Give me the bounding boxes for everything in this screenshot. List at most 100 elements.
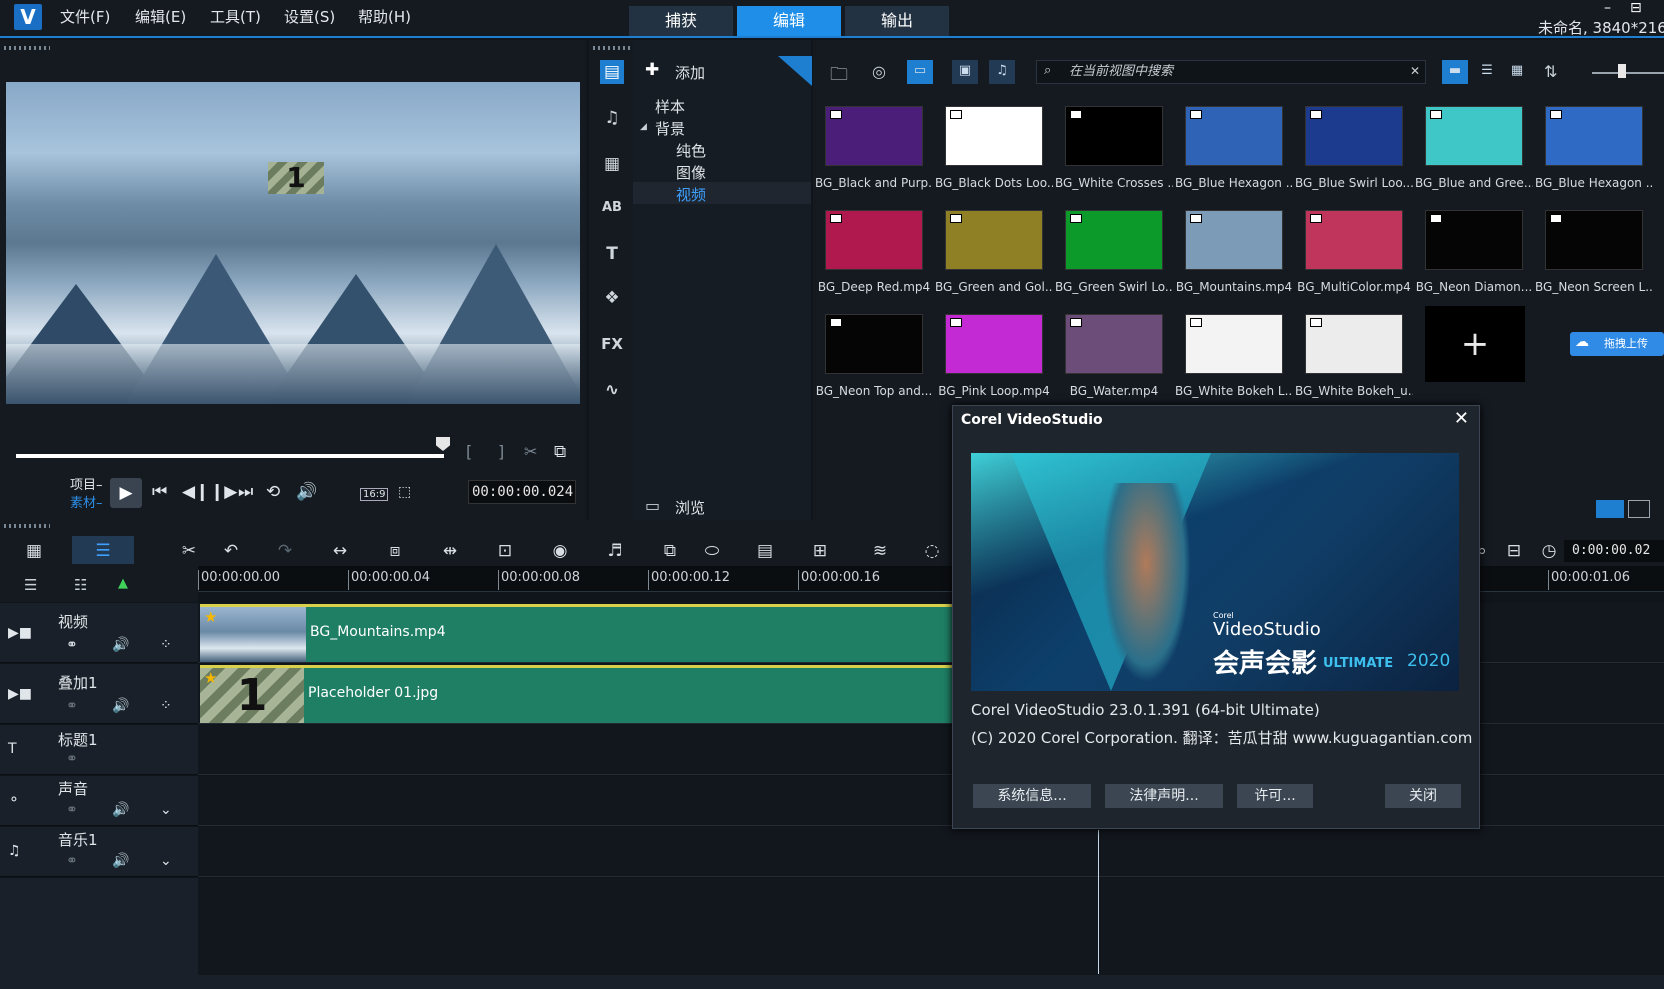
media-library-icon[interactable]: ▤ [600, 60, 624, 84]
link-icon[interactable]: ⚭ [66, 802, 78, 818]
music-track[interactable] [198, 827, 1664, 877]
filter-image-button[interactable]: ▣ [952, 60, 978, 84]
project-mode-label[interactable]: 项目– [70, 474, 103, 493]
ripple-icon[interactable]: ▲ [118, 576, 128, 591]
media-thumbnail[interactable] [945, 314, 1043, 374]
audio-library-icon[interactable]: ♫ [600, 106, 624, 130]
mark-out-icon[interactable]: ] [498, 442, 504, 461]
storyboard-view-icon[interactable]: ▦ [20, 540, 48, 562]
media-thumbnail[interactable] [1305, 106, 1403, 166]
trim-icon[interactable]: ⊡ [491, 540, 519, 562]
menu-file[interactable]: 文件(F) [60, 6, 110, 27]
import-folder-icon[interactable]: 🗀 [830, 62, 848, 92]
expand-chevron-icon[interactable]: ⌄ [160, 802, 172, 818]
fit-timeline-icon[interactable]: ↔ [326, 540, 354, 562]
timeline-timecode[interactable]: 0:00:00.02 [1564, 540, 1664, 562]
mute-icon[interactable]: 🔊 [112, 698, 129, 714]
track-header-overlay[interactable]: ▶■ 叠加1 ⚭ 🔊 ⁘ [0, 664, 198, 724]
sort-icon[interactable]: ⇅ [1544, 62, 1557, 81]
record-icon[interactable]: ◎ [872, 62, 886, 81]
filter-video-button[interactable]: ▭ [907, 60, 933, 84]
preview-timecode[interactable]: 00:00:00.024 [468, 480, 576, 504]
audio-icon[interactable]: ♬ [601, 540, 629, 562]
mute-icon[interactable]: 🔊 [112, 637, 129, 653]
speed-icon[interactable]: ≋ [866, 540, 894, 562]
media-thumbnail[interactable] [1185, 106, 1283, 166]
add-icon[interactable]: ✚ [645, 60, 659, 80]
media-thumbnail[interactable] [1545, 210, 1643, 270]
ripple-grid-icon[interactable]: ⁘ [160, 698, 172, 714]
track-header-title[interactable]: T 标题1 ⚭ [0, 725, 198, 775]
undo-icon[interactable]: ↶ [217, 540, 245, 562]
redo-icon[interactable]: ↷ [271, 540, 299, 562]
aspect-ratio-selector[interactable]: 16:9 [360, 488, 389, 501]
view-grid-button[interactable]: ▦ [1504, 60, 1530, 84]
step-back-icon[interactable]: ◀❙ [182, 482, 209, 502]
menu-help[interactable]: 帮助(H) [358, 6, 411, 27]
track-header-video[interactable]: ▶■ 视频 ⚭ 🔊 ⁘ [0, 603, 198, 663]
maximize-button[interactable]: ⊟ [1630, 0, 1642, 16]
motion-icon[interactable]: ⧉ [656, 540, 684, 562]
overlay-placeholder[interactable]: 1 [268, 162, 324, 194]
volume-icon[interactable]: 🔊 [296, 482, 317, 502]
track-header-music[interactable]: ♫ 音乐1 ⚭ 🔊 ⌄ [0, 827, 198, 877]
clip-mode-label[interactable]: 素材– [70, 492, 103, 511]
chapter-icon[interactable]: ☷ [74, 576, 87, 594]
enlarge-icon[interactable]: ⧉ [554, 442, 566, 462]
dialog-close-icon[interactable]: ✕ [1454, 408, 1469, 429]
menu-edit[interactable]: 编辑(E) [135, 6, 186, 27]
menu-tools[interactable]: 工具(T) [210, 6, 261, 27]
timeline-scrollbar[interactable] [0, 975, 1664, 989]
mark-in-icon[interactable]: [ [466, 442, 472, 461]
filter-audio-button[interactable]: ♫ [989, 60, 1015, 84]
menu-settings[interactable]: 设置(S) [284, 6, 335, 27]
mask-icon[interactable]: ⬭ [698, 540, 726, 562]
mute-icon[interactable]: 🔊 [112, 802, 129, 818]
play-button[interactable]: ▶ [110, 478, 142, 508]
media-thumbnail[interactable] [1185, 210, 1283, 270]
media-thumbnail[interactable] [1545, 106, 1643, 166]
tools-icon[interactable]: ✂ [175, 540, 203, 562]
link-icon[interactable]: ⚭ [66, 698, 78, 714]
expand-icon[interactable]: ◢ [640, 122, 647, 132]
repeat-icon[interactable]: ⟲ [266, 482, 280, 502]
preview-scrubber[interactable] [16, 454, 444, 458]
timeline-empty-area[interactable] [198, 878, 1664, 975]
tree-image[interactable]: 图像 [676, 162, 706, 183]
tab-edit[interactable]: 编辑 [737, 6, 841, 36]
panel-layout2-icon[interactable] [1628, 500, 1650, 518]
title-icon[interactable]: T [600, 242, 624, 266]
fx-icon[interactable]: FX [600, 332, 624, 356]
panel-grip[interactable] [4, 524, 50, 528]
overlay-clip[interactable]: 1 ★ Placeholder 01.jpg [200, 665, 952, 723]
expand-chevron-icon[interactable]: ⌄ [160, 853, 172, 869]
split-icon[interactable]: ⇹ [436, 540, 464, 562]
clear-search-icon[interactable]: ✕ [1410, 64, 1420, 78]
track-header-voice[interactable]: ⚬ 声音 ⚭ 🔊 ⌄ [0, 776, 198, 826]
minimize-button[interactable]: – [1604, 0, 1611, 16]
license-button[interactable]: 许可... [1237, 784, 1313, 808]
media-thumbnail[interactable] [1305, 314, 1403, 374]
tree-solid[interactable]: 纯色 [676, 140, 706, 161]
go-end-icon[interactable]: ⏭ [238, 482, 253, 502]
track-manager-icon[interactable]: ☰ [24, 576, 37, 594]
path-icon[interactable]: ∿ [600, 378, 624, 402]
tab-output[interactable]: 输出 [845, 6, 949, 36]
record-capture-icon[interactable]: ⧈ [381, 540, 409, 562]
media-thumbnail[interactable] [825, 314, 923, 374]
media-thumbnail[interactable] [1185, 314, 1283, 374]
tab-capture[interactable]: 捕获 [629, 6, 733, 36]
loop-icon[interactable]: ◌ [918, 540, 946, 562]
media-thumbnail[interactable] [1305, 210, 1403, 270]
media-thumbnail[interactable] [945, 106, 1043, 166]
subtitle-icon[interactable]: ▤ [751, 540, 779, 562]
fit-project-icon[interactable]: ⊟ [1500, 540, 1528, 562]
tree-video[interactable]: 视频 [676, 184, 706, 205]
graphics-icon[interactable]: ❖ [600, 286, 624, 310]
media-thumbnail[interactable] [1065, 106, 1163, 166]
video-clip[interactable]: ★ BG_Mountains.mp4 [200, 604, 952, 662]
media-thumbnail[interactable] [825, 210, 923, 270]
view-thumbnail-button[interactable]: ▬ [1442, 60, 1468, 84]
tree-samples[interactable]: 样本 [655, 96, 685, 117]
view-list-button[interactable]: ☰ [1474, 60, 1500, 84]
